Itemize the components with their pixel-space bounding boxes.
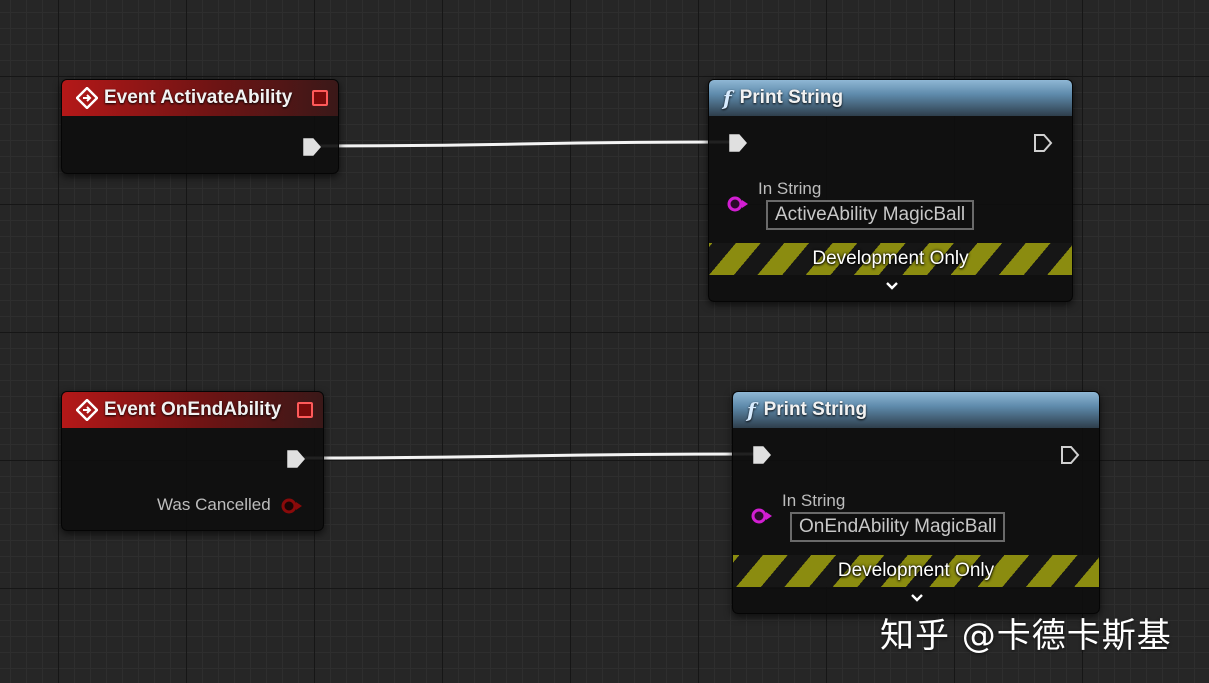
chevron-down-icon[interactable]	[884, 278, 900, 294]
development-only-label: Development Only	[812, 248, 969, 269]
node-title: Event OnEndAbility	[104, 399, 282, 420]
in-string-input[interactable]: OnEndAbility MagicBall	[790, 512, 1006, 542]
exec-out-pin[interactable]	[286, 449, 306, 469]
print-string-node-end[interactable]: f Print String In String OnEndAbility Ma…	[732, 391, 1100, 614]
delegate-square-icon[interactable]	[312, 90, 328, 106]
exec-out-pin[interactable]	[302, 137, 322, 157]
delegate-square-icon[interactable]	[297, 402, 313, 418]
node-header[interactable]: Event ActivateAbility	[62, 80, 338, 116]
zhihu-watermark: 知乎 @卡德卡斯基	[880, 616, 1172, 656]
function-f-icon: f	[747, 398, 756, 422]
development-only-label: Development Only	[837, 560, 995, 581]
node-header[interactable]: f Print String	[709, 80, 1072, 116]
development-only-banner: Development Only	[733, 555, 1099, 587]
event-diamond-icon	[76, 399, 98, 421]
node-header[interactable]: Event OnEndAbility	[62, 392, 323, 428]
node-title: Print String	[763, 399, 868, 420]
was-cancelled-label: Was Cancelled	[157, 495, 271, 514]
exec-out-pin[interactable]	[1060, 445, 1080, 465]
bool-pin-icon[interactable]	[281, 498, 303, 514]
exec-wire-activate[interactable]	[317, 140, 731, 148]
in-string-input[interactable]: ActiveAbility MagicBall	[766, 200, 975, 230]
event-diamond-icon	[76, 87, 98, 109]
print-string-node-activate[interactable]: f Print String In String ActiveAbility M…	[708, 79, 1073, 302]
blueprint-graph-canvas[interactable]: Event ActivateAbility f Print String In …	[0, 0, 1209, 683]
exec-in-pin[interactable]	[728, 133, 748, 153]
in-string-label: In String	[782, 491, 846, 510]
node-title: Event ActivateAbility	[104, 87, 293, 108]
event-activate-ability-node[interactable]: Event ActivateAbility	[61, 79, 339, 174]
string-pin-icon[interactable]	[727, 196, 749, 212]
function-f-icon: f	[723, 86, 732, 110]
string-pin-icon[interactable]	[751, 508, 773, 524]
exec-wire-end[interactable]	[301, 452, 756, 460]
exec-out-pin[interactable]	[1033, 133, 1053, 153]
node-header[interactable]: f Print String	[733, 392, 1099, 428]
chevron-down-icon[interactable]	[909, 590, 925, 606]
node-title: Print String	[739, 87, 844, 108]
exec-in-pin[interactable]	[752, 445, 772, 465]
development-only-banner: Development Only	[709, 243, 1072, 275]
in-string-label: In String	[758, 179, 822, 198]
event-on-end-ability-node[interactable]: Event OnEndAbility Was Cancelled	[61, 391, 324, 531]
